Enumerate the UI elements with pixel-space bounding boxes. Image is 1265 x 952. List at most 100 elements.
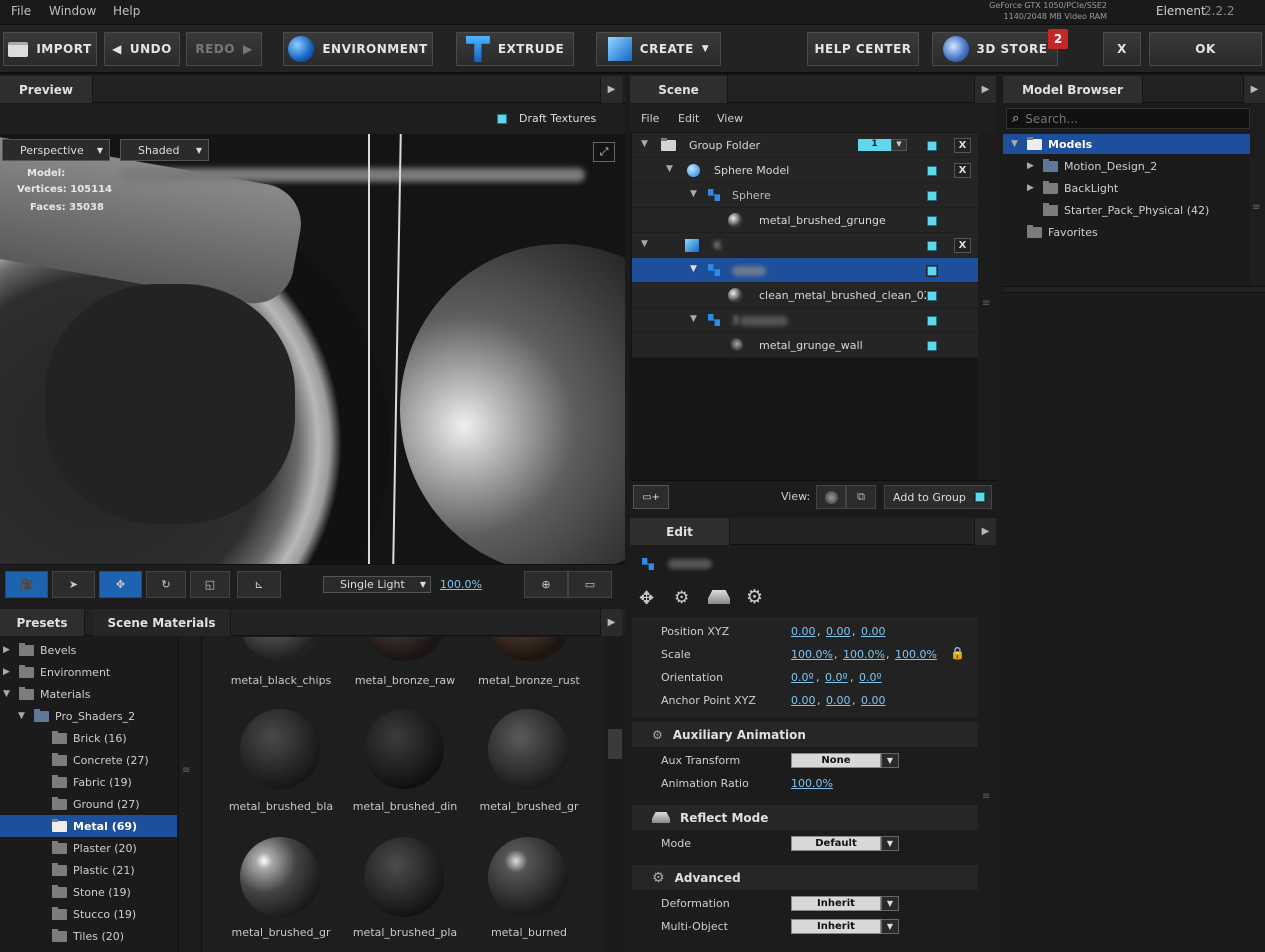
material-scrollbar[interactable] (605, 637, 625, 952)
tree-item-plaster[interactable]: Plaster (20) (52, 838, 137, 858)
tree-item-tiles[interactable]: Tiles (20) (52, 926, 124, 946)
chevron-down-icon[interactable]: ▼ (881, 753, 899, 768)
scene-row-model-2[interactable]: ▼ K X (632, 233, 978, 258)
tree-item-bevels[interactable]: ▶ Bevels (3, 640, 76, 660)
tree-item-stucco[interactable]: Stucco (19) (52, 904, 136, 924)
menu-file[interactable]: File (11, 4, 31, 18)
orientation-z[interactable]: 0.0º (859, 671, 882, 684)
animation-ratio-value[interactable]: 100.0% (791, 777, 833, 790)
expand-icon[interactable]: ⤢ (593, 142, 615, 162)
scene-row-selected-mesh[interactable]: ▼ (632, 258, 978, 283)
material-thumb[interactable] (488, 837, 568, 917)
tab-scene-materials[interactable]: Scene Materials (93, 609, 231, 636)
tree-item-stone[interactable]: Stone (19) (52, 882, 131, 902)
camera-dropdown[interactable]: Perspective ▼ (2, 139, 110, 161)
search-input[interactable] (1025, 111, 1236, 126)
visibility-checkbox[interactable] (927, 316, 937, 326)
search-field[interactable]: ⌕ (1006, 108, 1250, 129)
move-icon[interactable]: ✥ (639, 588, 654, 609)
select-tool-icon[interactable]: ➤ (52, 571, 95, 598)
visibility-checkbox[interactable] (927, 291, 937, 301)
tree-item-pro-shaders[interactable]: ▼ Pro_Shaders_2 (18, 706, 135, 726)
browser-scrollbar[interactable]: ≡ (1250, 104, 1265, 286)
scene-scrollbar[interactable]: ≡ (978, 132, 996, 480)
tree-item-brick[interactable]: Brick (16) (52, 728, 127, 748)
position-z[interactable]: 0.00 (861, 625, 886, 638)
tree-item-backlight[interactable]: ▶ BackLight (1027, 178, 1118, 198)
browser-splitter[interactable] (1003, 286, 1265, 293)
scene-row-material[interactable]: metal_grunge_wall (632, 333, 978, 358)
tree-item-favorites[interactable]: Favorites (1027, 222, 1098, 242)
scene-menu-file[interactable]: File (641, 112, 659, 125)
tree-item-models[interactable]: ▼ Models (1011, 134, 1092, 154)
material-thumb[interactable] (240, 709, 320, 789)
tree-item-materials[interactable]: ▼ Materials (3, 684, 90, 704)
panel-arrow-icon[interactable]: ▶ (974, 518, 996, 545)
tree-item-metal[interactable]: Metal (69) (52, 816, 137, 836)
anchor-x[interactable]: 0.00 (791, 694, 816, 707)
gear-icon[interactable]: ⚙ (746, 586, 763, 608)
create-button[interactable]: CREATE ▼ (596, 32, 721, 66)
panel-arrow-icon[interactable]: ▶ (600, 609, 622, 636)
tree-item-plastic[interactable]: Plastic (21) (52, 860, 135, 880)
scene-row-mesh-3[interactable]: ▼ 3 (632, 308, 978, 333)
chevron-down-icon[interactable]: ▼ (881, 896, 899, 911)
view-mesh-button[interactable]: ⧉ (846, 485, 876, 509)
chevron-down-icon[interactable]: ▼ (881, 836, 899, 851)
mode-dropdown[interactable]: Default (791, 836, 881, 851)
help-center-button[interactable]: HELP CENTER (807, 32, 919, 66)
tab-scene[interactable]: Scene (630, 76, 728, 103)
render-mode-dropdown[interactable]: Shaded ▼ (120, 139, 209, 161)
move-tool-icon[interactable]: ✥ (99, 571, 142, 598)
view-sphere-button[interactable] (816, 485, 846, 509)
tab-presets[interactable]: Presets (0, 609, 85, 636)
menu-help[interactable]: Help (113, 4, 140, 18)
chevron-down-icon[interactable]: ▼ (881, 919, 899, 934)
camera-tool-icon[interactable]: 🎥 (5, 571, 48, 598)
material-thumb[interactable] (242, 637, 320, 661)
material-thumb[interactable] (364, 709, 444, 789)
tree-item-fabric[interactable]: Fabric (19) (52, 772, 132, 792)
visibility-checkbox[interactable] (927, 216, 937, 226)
delete-button[interactable]: X (954, 163, 971, 178)
tree-item-motion-design[interactable]: ▶ Motion_Design_2 (1027, 156, 1157, 176)
tab-preview[interactable]: Preview (0, 76, 93, 103)
multi-object-dropdown[interactable]: Inherit (791, 919, 881, 934)
scene-row-sphere[interactable]: ▼ Sphere (632, 183, 978, 208)
gears-icon[interactable]: ⚙ (674, 588, 689, 608)
scene-menu-view[interactable]: View (717, 112, 743, 125)
panel-arrow-icon[interactable]: ▶ (974, 76, 996, 103)
aux-transform-dropdown[interactable]: None (791, 753, 881, 768)
anchor-y[interactable]: 0.00 (826, 694, 851, 707)
add-to-group-checkbox[interactable] (975, 492, 985, 502)
extrude-button[interactable]: EXTRUDE (456, 32, 574, 66)
scene-row-material[interactable]: clean_metal_brushed_clean_02 (632, 283, 978, 308)
scene-row-material[interactable]: metal_brushed_grunge (632, 208, 978, 233)
visibility-checkbox[interactable] (927, 141, 937, 151)
ok-button[interactable]: OK (1149, 32, 1262, 66)
visibility-checkbox[interactable] (927, 341, 937, 351)
environment-button[interactable]: ENVIRONMENT (283, 32, 433, 66)
advanced-section[interactable]: ⚙ Advanced (632, 865, 978, 890)
material-thumb[interactable] (240, 837, 320, 917)
visibility-checkbox[interactable] (927, 166, 937, 176)
position-x[interactable]: 0.00 (791, 625, 816, 638)
scale-z[interactable]: 100.0% (895, 648, 937, 661)
zoom-value[interactable]: 100.0% (440, 578, 482, 591)
scene-row-group-folder[interactable]: ▼ Group Folder 1 ▼ X (632, 133, 978, 158)
reflect-mode-section[interactable]: Reflect Mode (632, 805, 978, 830)
visibility-checkbox[interactable] (927, 241, 937, 251)
viewport-3d[interactable]: Perspective ▼ Shaded ▼ ⤢ Model: Vertices: … (0, 134, 625, 564)
panel-arrow-icon[interactable]: ▶ (600, 76, 622, 103)
deformation-dropdown[interactable]: Inherit (791, 896, 881, 911)
rotate-tool-icon[interactable]: ↻ (146, 571, 186, 598)
panel-arrow-icon[interactable]: ▶ (1243, 76, 1265, 103)
draft-textures-checkbox[interactable] (497, 114, 507, 124)
position-y[interactable]: 0.00 (826, 625, 851, 638)
scrollbar-thumb[interactable] (608, 729, 622, 759)
monitor-icon[interactable]: ▭ (568, 571, 612, 598)
delete-button[interactable]: X (954, 138, 971, 153)
axis-tool-icon[interactable]: ⊾ (237, 571, 281, 598)
anchor-z[interactable]: 0.00 (861, 694, 886, 707)
import-button[interactable]: IMPORT (3, 32, 97, 66)
